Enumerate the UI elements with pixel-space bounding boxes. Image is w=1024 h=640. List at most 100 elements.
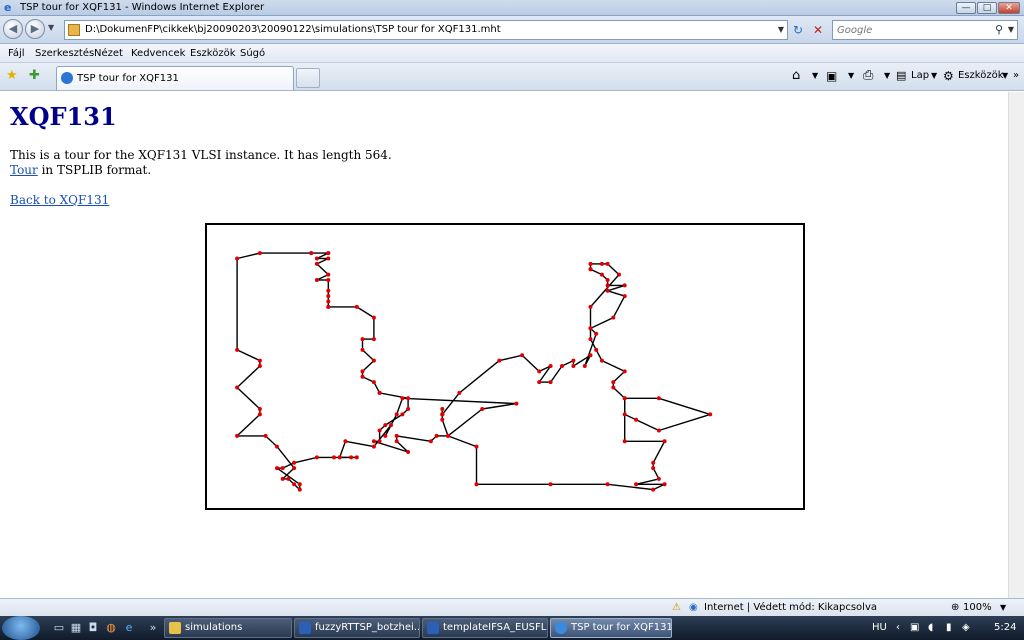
vertical-scrollbar[interactable] bbox=[1008, 92, 1024, 598]
tab-active[interactable]: TSP tour for XQF131 bbox=[56, 66, 294, 90]
page-menu-button[interactable]: Lap bbox=[911, 69, 929, 83]
tour-city-point bbox=[309, 251, 314, 256]
tour-city-point bbox=[292, 460, 297, 465]
quick-launch-overflow-icon[interactable]: » bbox=[146, 621, 160, 635]
more-commands-icon[interactable]: » bbox=[1013, 69, 1019, 83]
history-dropdown-icon[interactable]: ▼ bbox=[48, 23, 54, 32]
ie-logo-icon: e bbox=[4, 1, 12, 14]
back-button[interactable]: ◀ bbox=[3, 19, 23, 39]
stop-icon[interactable]: ✕ bbox=[810, 22, 826, 38]
tour-city-point bbox=[605, 261, 610, 266]
print-icon[interactable]: ⎙ bbox=[863, 69, 873, 83]
feeds-dropdown-icon[interactable]: ▼ bbox=[848, 69, 854, 83]
tour-city-point bbox=[582, 364, 587, 368]
feeds-icon[interactable]: ▣ bbox=[826, 69, 837, 83]
language-indicator[interactable]: HU bbox=[872, 616, 887, 640]
new-tab-button[interactable] bbox=[296, 68, 320, 88]
intro-text: This is a tour for the XQF131 VLSI insta… bbox=[10, 148, 392, 162]
home-dropdown-icon[interactable]: ▼ bbox=[812, 69, 818, 83]
tour-city-point bbox=[377, 390, 382, 395]
page-content: XQF131 This is a tour for the XQF131 VLS… bbox=[0, 92, 1024, 598]
zoom-dropdown-icon[interactable]: ▼ bbox=[1000, 601, 1006, 614]
tour-plot bbox=[205, 223, 805, 510]
tour-city-point bbox=[371, 439, 376, 444]
quick-launch-icon[interactable]: ◘ bbox=[86, 621, 100, 635]
tour-city-point bbox=[394, 433, 399, 438]
tour-city-point bbox=[280, 466, 285, 471]
tools-menu-button[interactable]: Eszközök bbox=[958, 69, 1004, 83]
battery-icon[interactable]: ▮ bbox=[946, 616, 952, 640]
ie-quicklaunch-icon[interactable]: e bbox=[122, 621, 136, 635]
tour-city-point bbox=[326, 272, 331, 277]
back-link[interactable]: Back to XQF131 bbox=[10, 193, 109, 207]
tour-city-point bbox=[371, 358, 376, 363]
navigation-bar: ◀ ▶ ▼ D:\DokumenFP\cikkek\bj20090203\200… bbox=[0, 16, 1024, 44]
show-desktop-icon[interactable]: ▭ bbox=[52, 621, 66, 635]
tray-expand-icon[interactable]: ‹ bbox=[896, 616, 900, 640]
search-icon[interactable]: ⚲ bbox=[995, 21, 1003, 39]
menu-file[interactable]: Fájl bbox=[8, 47, 25, 60]
add-favorite-icon[interactable]: ✚ bbox=[29, 68, 40, 84]
menu-tools[interactable]: Eszközök bbox=[190, 47, 236, 60]
word-icon bbox=[299, 622, 311, 634]
tour-city-point bbox=[605, 278, 610, 282]
address-bar[interactable]: D:\DokumenFP\cikkek\bj20090203\20090122\… bbox=[64, 20, 788, 40]
zoom-level[interactable]: 100% bbox=[963, 601, 992, 614]
favorites-star-icon[interactable]: ★ bbox=[6, 68, 18, 84]
tour-city-point bbox=[360, 374, 365, 379]
tools-dropdown-icon[interactable]: ▼ bbox=[1002, 69, 1008, 83]
start-button[interactable] bbox=[2, 616, 40, 640]
network-icon[interactable]: ▣ bbox=[910, 616, 919, 640]
tab-page-icon bbox=[61, 72, 73, 84]
print-dropdown-icon[interactable]: ▼ bbox=[884, 69, 890, 83]
tour-city-point bbox=[548, 482, 553, 487]
tour-city-point bbox=[480, 407, 485, 411]
tour-city-point bbox=[332, 455, 336, 460]
tour-city-point bbox=[588, 304, 593, 309]
tray-app-icon[interactable]: ◈ bbox=[962, 616, 970, 640]
tour-link[interactable]: Tour bbox=[10, 163, 38, 177]
close-button[interactable]: ✕ bbox=[998, 2, 1020, 14]
tour-city-point bbox=[599, 358, 604, 363]
protected-mode-icon: ⚠ bbox=[672, 602, 681, 613]
maximize-button[interactable]: □ bbox=[977, 2, 997, 14]
security-zone-text[interactable]: Internet | Védett mód: Kikapcsolva bbox=[704, 601, 877, 614]
taskbar-item-ie[interactable]: TSP tour for XQF131... bbox=[550, 618, 672, 638]
address-dropdown-icon[interactable]: ▼ bbox=[778, 21, 784, 39]
tour-city-point bbox=[257, 358, 262, 363]
menu-edit[interactable]: Szerkesztés bbox=[35, 47, 94, 60]
tour-city-point bbox=[257, 364, 262, 368]
menu-view[interactable]: Nézet bbox=[94, 47, 123, 60]
forward-button[interactable]: ▶ bbox=[25, 19, 45, 39]
tour-city-point bbox=[314, 261, 319, 266]
minimize-button[interactable]: — bbox=[956, 2, 976, 14]
search-box[interactable]: ⚲ ▼ bbox=[832, 20, 1018, 40]
refresh-icon[interactable]: ↻ bbox=[790, 22, 806, 38]
tour-city-point bbox=[337, 455, 342, 460]
tour-city-point bbox=[354, 304, 359, 309]
tour-city-point bbox=[400, 396, 405, 401]
taskbar-item-template[interactable]: templateIFSA_EUSFL... bbox=[422, 618, 548, 638]
home-icon[interactable]: ⌂ bbox=[792, 69, 800, 83]
tour-city-point bbox=[257, 412, 262, 417]
clock[interactable]: 5:24 bbox=[994, 616, 1016, 640]
taskbar-item-simulations[interactable]: simulations bbox=[164, 618, 292, 638]
search-dropdown-icon[interactable]: ▼ bbox=[1008, 21, 1014, 39]
menu-help[interactable]: Súgó bbox=[240, 47, 265, 60]
tour-city-point bbox=[292, 482, 297, 487]
taskbar-item-fuzzy[interactable]: fuzzyRTTSP_botzhei... bbox=[294, 618, 420, 638]
menu-favorites[interactable]: Kedvencek bbox=[131, 47, 185, 60]
tour-city-point bbox=[257, 251, 262, 256]
tour-city-point bbox=[588, 326, 593, 331]
search-input[interactable] bbox=[837, 23, 987, 37]
tour-city-point bbox=[634, 417, 639, 422]
volume-icon[interactable]: ◖ bbox=[928, 616, 933, 640]
tour-city-point bbox=[360, 369, 365, 374]
taskbar-item-label: templateIFSA_EUSFL... bbox=[443, 622, 548, 633]
address-url[interactable]: D:\DokumenFP\cikkek\bj20090203\20090122\… bbox=[85, 21, 501, 39]
firefox-icon[interactable]: ◍ bbox=[104, 621, 118, 635]
tour-city-point bbox=[326, 251, 331, 256]
switch-windows-icon[interactable]: ▦ bbox=[69, 621, 83, 635]
tour-city-point bbox=[537, 369, 542, 374]
page-dropdown-icon[interactable]: ▼ bbox=[931, 69, 937, 83]
